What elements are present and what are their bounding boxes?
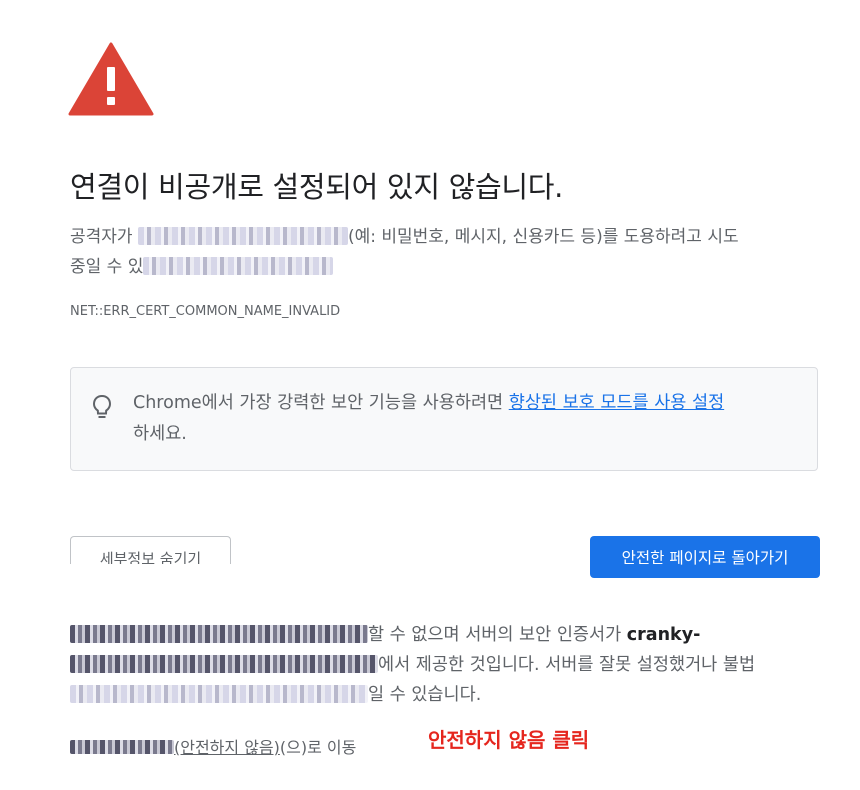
details-part1: 할 수 없으며 서버의 보안 인증서가 (368, 625, 627, 645)
details-part2: 에서 제공한 것입니다. 서버를 잘못 설정했거나 불법 (378, 655, 756, 675)
proceed-suffix: (으)로 이동 (279, 738, 357, 757)
redacted-text (70, 625, 368, 643)
desc-text-line2: 중일 수 있 (70, 257, 144, 277)
info-text-before: Chrome에서 가장 강력한 보안 기능을 사용하려면 (133, 393, 509, 413)
hide-details-button[interactable]: 세부정보 숨기기 (70, 536, 231, 564)
desc-text-mid: (예: 비밀번호, 메시지, 신용카드 등)를 도용하려고 시도 (347, 227, 739, 247)
redacted-text (143, 257, 334, 275)
enhanced-protection-link[interactable]: 향상된 보호 모드를 사용 설정 (509, 393, 724, 413)
details-part3: 일 수 있습니다. (368, 685, 482, 705)
redacted-host (137, 227, 348, 245)
enhanced-protection-text: Chrome에서 가장 강력한 보안 기능을 사용하려면 향상된 보호 모드를 … (133, 388, 803, 450)
redacted-host (70, 655, 378, 673)
cert-name: cranky- (626, 625, 701, 645)
annotation-click-unsafe: 안전하지 않음 클릭 (428, 728, 590, 752)
details-paragraph: 할 수 없으며 서버의 보안 인증서가 cranky- 에서 제공한 것입니다.… (70, 620, 820, 710)
main-description: 공격자가 (예: 비밀번호, 메시지, 신용카드 등)를 도용하려고 시도 중일… (70, 222, 820, 282)
info-text-after: 하세요. (133, 424, 187, 444)
lightbulb-icon (92, 394, 112, 418)
redacted-text (70, 685, 368, 703)
enhanced-protection-box: Chrome에서 가장 강력한 보안 기능을 사용하려면 향상된 보호 모드를 … (70, 367, 818, 471)
error-code-text: NET::ERR_CERT_COMMON_NAME_INVALID (70, 304, 341, 319)
redacted-host (70, 740, 174, 754)
page-title: 연결이 비공개로 설정되어 있지 않습니다. (70, 170, 564, 204)
error-code: NET::ERR_CERT_COMMON_NAME_INVALID (70, 304, 341, 319)
proceed-line: (안전하지 않음)(으)로 이동 (70, 734, 356, 758)
warning-triangle-icon (68, 42, 154, 116)
proceed-unsafe-link[interactable]: (안전하지 않음) (174, 738, 280, 757)
desc-text-start: 공격자가 (70, 227, 138, 247)
back-to-safety-button[interactable]: 안전한 페이지로 돌아가기 (590, 536, 820, 578)
